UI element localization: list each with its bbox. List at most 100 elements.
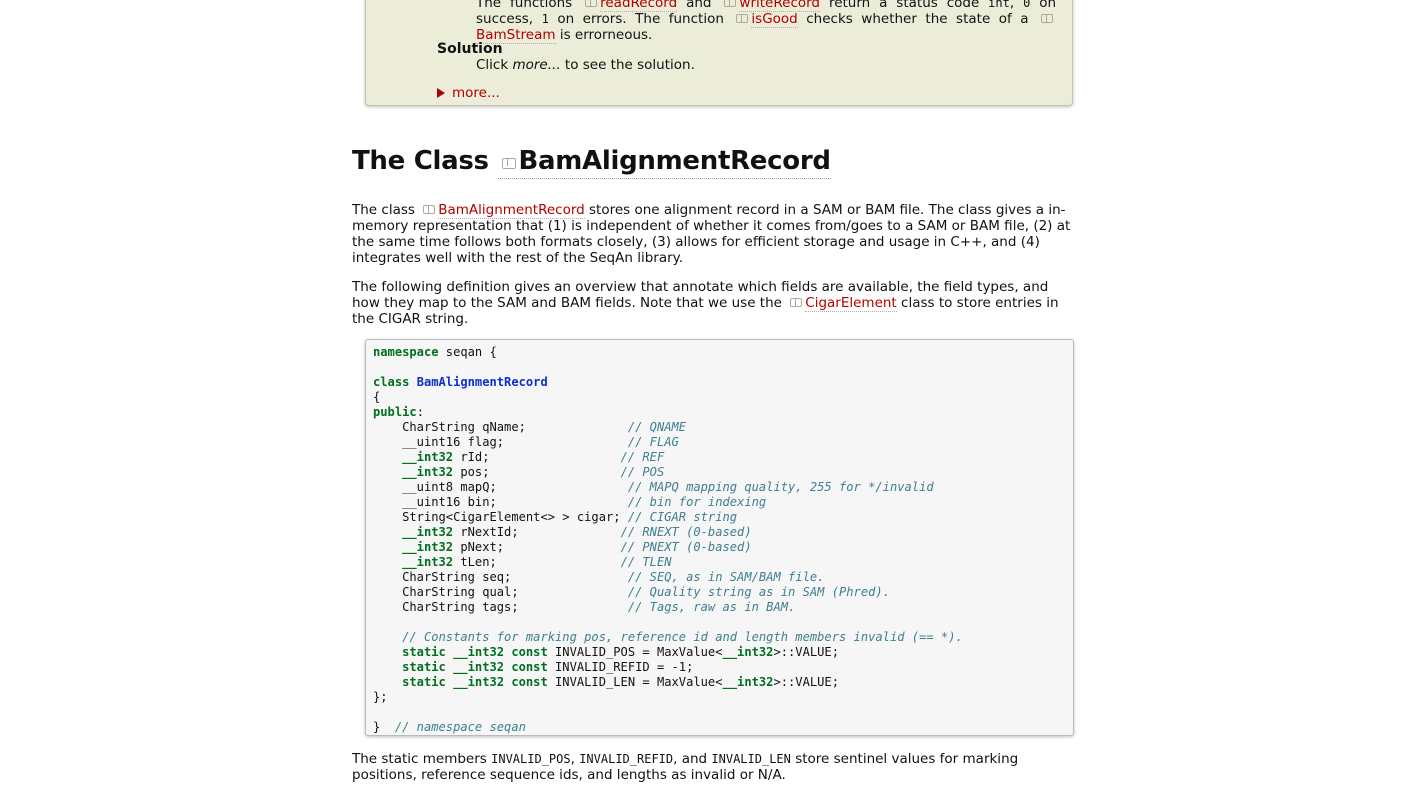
- field-comment: // bin for indexing: [627, 495, 767, 509]
- code-one: 1: [541, 12, 549, 26]
- code-field-line: CharString qName; // QNAME: [373, 420, 686, 434]
- solution-text-pre: Click: [476, 57, 509, 73]
- p1-pre: The class: [352, 202, 415, 218]
- field-comment: // REF: [620, 450, 665, 464]
- field-comment: // FLAG: [627, 435, 679, 449]
- kw-static: static: [402, 660, 446, 674]
- constant-name: INVALID_REFID = -1;: [547, 660, 694, 674]
- field-type: [373, 525, 402, 539]
- triangle-right-icon: [437, 88, 445, 98]
- solution-heading: Solution: [437, 41, 503, 57]
- open-brace: {: [373, 390, 381, 404]
- code-field-line: CharString qual; // Quality string as in…: [373, 585, 890, 599]
- field-comment: // PNEXT (0-based): [620, 540, 752, 554]
- kw-const: const: [511, 675, 548, 689]
- kw-public: public: [373, 405, 417, 419]
- hint-on: on: [1039, 0, 1057, 11]
- field-comment: // POS: [620, 465, 665, 479]
- const-invalid-refid: INVALID_REFID: [579, 752, 674, 766]
- field-name: rId;: [453, 450, 490, 464]
- field-lines: CharString qName; // QNAME __uint16 flag…: [373, 420, 934, 614]
- paragraph-static-members: The static members INVALID_POS, INVALID_…: [352, 751, 1077, 783]
- code-field-line: CharString seq; // SEQ, as in SAM/BAM fi…: [373, 570, 824, 584]
- kw-const: const: [511, 645, 548, 659]
- code-field-line: __int32 pNext; // PNEXT (0-based): [373, 540, 752, 554]
- kw-namespace: namespace: [373, 345, 439, 359]
- book-icon: [423, 205, 436, 214]
- code-field-line: CharString tags; // Tags, raw as in BAM.: [373, 600, 795, 614]
- solution-text-post: to see the solution.: [564, 57, 695, 73]
- field-comment: // SEQ, as in SAM/BAM file.: [627, 570, 825, 584]
- kw-static: static: [402, 645, 446, 659]
- constant-rest: >::VALUE;: [773, 645, 839, 659]
- namespace-comment: // namespace seqan: [394, 720, 526, 734]
- field-kw: __int32: [402, 450, 454, 464]
- code-field-line: __int32 tLen; // TLEN: [373, 555, 672, 569]
- field-kw: __int32: [402, 555, 454, 569]
- solution-text-em: more...: [512, 57, 561, 73]
- field-type: CharString tags;: [373, 600, 519, 614]
- code-field-line: __int32 rId; // REF: [373, 450, 664, 464]
- heading-class-link[interactable]: BamAlignmentRecord: [497, 146, 831, 179]
- field-comment: // TLEN: [620, 555, 672, 569]
- field-name: rNextId;: [453, 525, 519, 539]
- field-type: [373, 555, 402, 569]
- code-constant-line: static __int32 const INVALID_LEN = MaxVa…: [373, 675, 839, 689]
- bamalignmentrecord-link[interactable]: BamAlignmentRecord: [438, 202, 585, 219]
- constant-lines: static __int32 const INVALID_POS = MaxVa…: [373, 645, 839, 689]
- field-type: [373, 450, 402, 464]
- assignment-box: The functions readRecord and writeRecord…: [365, 0, 1073, 106]
- code-constant-line: static __int32 const INVALID_REFID = -1;: [373, 660, 693, 674]
- isgood-link[interactable]: isGood: [751, 11, 798, 28]
- heading-prefix: The Class: [352, 146, 489, 176]
- code-field-line: __int32 rNextId; // RNEXT (0-based): [373, 525, 752, 539]
- field-kw: __int32: [402, 525, 454, 539]
- hint-and: and: [686, 0, 712, 11]
- const-invalid-pos: INVALID_POS: [491, 752, 571, 766]
- field-comment: // MAPQ mapping quality, 255 for */inval…: [627, 480, 934, 494]
- book-icon: [501, 158, 516, 169]
- field-name: tLen;: [453, 555, 497, 569]
- kw-const: const: [511, 660, 548, 674]
- public-colon: :: [416, 405, 424, 419]
- template-arg: __int32: [722, 645, 774, 659]
- close-namespace: }: [373, 720, 381, 734]
- field-comment: // Tags, raw as in BAM.: [627, 600, 796, 614]
- field-name: pos;: [453, 465, 490, 479]
- field-type: CharString qual;: [373, 585, 519, 599]
- hint-text-4: on errors. The function: [557, 11, 724, 27]
- book-icon: [1041, 14, 1054, 23]
- field-kw: __int32: [402, 465, 454, 479]
- constant-name: INVALID_LEN = MaxValue<: [547, 675, 723, 689]
- field-type: String<CigarElement<> > cigar;: [373, 510, 621, 524]
- field-kw: __int32: [402, 540, 454, 554]
- kw-int32: __int32: [453, 660, 505, 674]
- template-arg: __int32: [722, 675, 774, 689]
- hint-text-5: checks whether the state of a: [806, 11, 1029, 27]
- more-toggle[interactable]: more...: [437, 85, 500, 101]
- p3-pre: The static members: [352, 751, 487, 767]
- field-comment: // RNEXT (0-based): [620, 525, 752, 539]
- book-icon: [736, 14, 749, 23]
- code-listing: namespace seqan { class BamAlignmentReco…: [373, 345, 963, 735]
- const-invalid-len: INVALID_LEN: [711, 752, 791, 766]
- hint-text-3: success,: [476, 11, 534, 27]
- field-type: __uint16 bin;: [373, 495, 497, 509]
- p3-sep1: ,: [570, 751, 575, 767]
- code-block: namespace seqan { class BamAlignmentReco…: [365, 339, 1074, 736]
- solution-text: Click more... to see the solution.: [476, 57, 695, 73]
- book-icon: [790, 298, 803, 307]
- code-constant-line: static __int32 const INVALID_POS = MaxVa…: [373, 645, 839, 659]
- kw-class: class: [373, 375, 410, 389]
- field-type: CharString qName;: [373, 420, 526, 434]
- code-int: int: [988, 0, 1010, 10]
- hint-text-1: The functions: [476, 0, 573, 11]
- cigarelement-link[interactable]: CigarElement: [805, 295, 897, 312]
- code-field-line: __uint8 mapQ; // MAPQ mapping quality, 2…: [373, 480, 934, 494]
- code-zero: 0: [1023, 0, 1031, 10]
- kw-static: static: [402, 675, 446, 689]
- hint-text-6: is errorneous.: [559, 27, 653, 43]
- field-type: [373, 540, 402, 554]
- hint-text-2: return a status code: [828, 0, 980, 11]
- field-comment: // Quality string as in SAM (Phred).: [627, 585, 890, 599]
